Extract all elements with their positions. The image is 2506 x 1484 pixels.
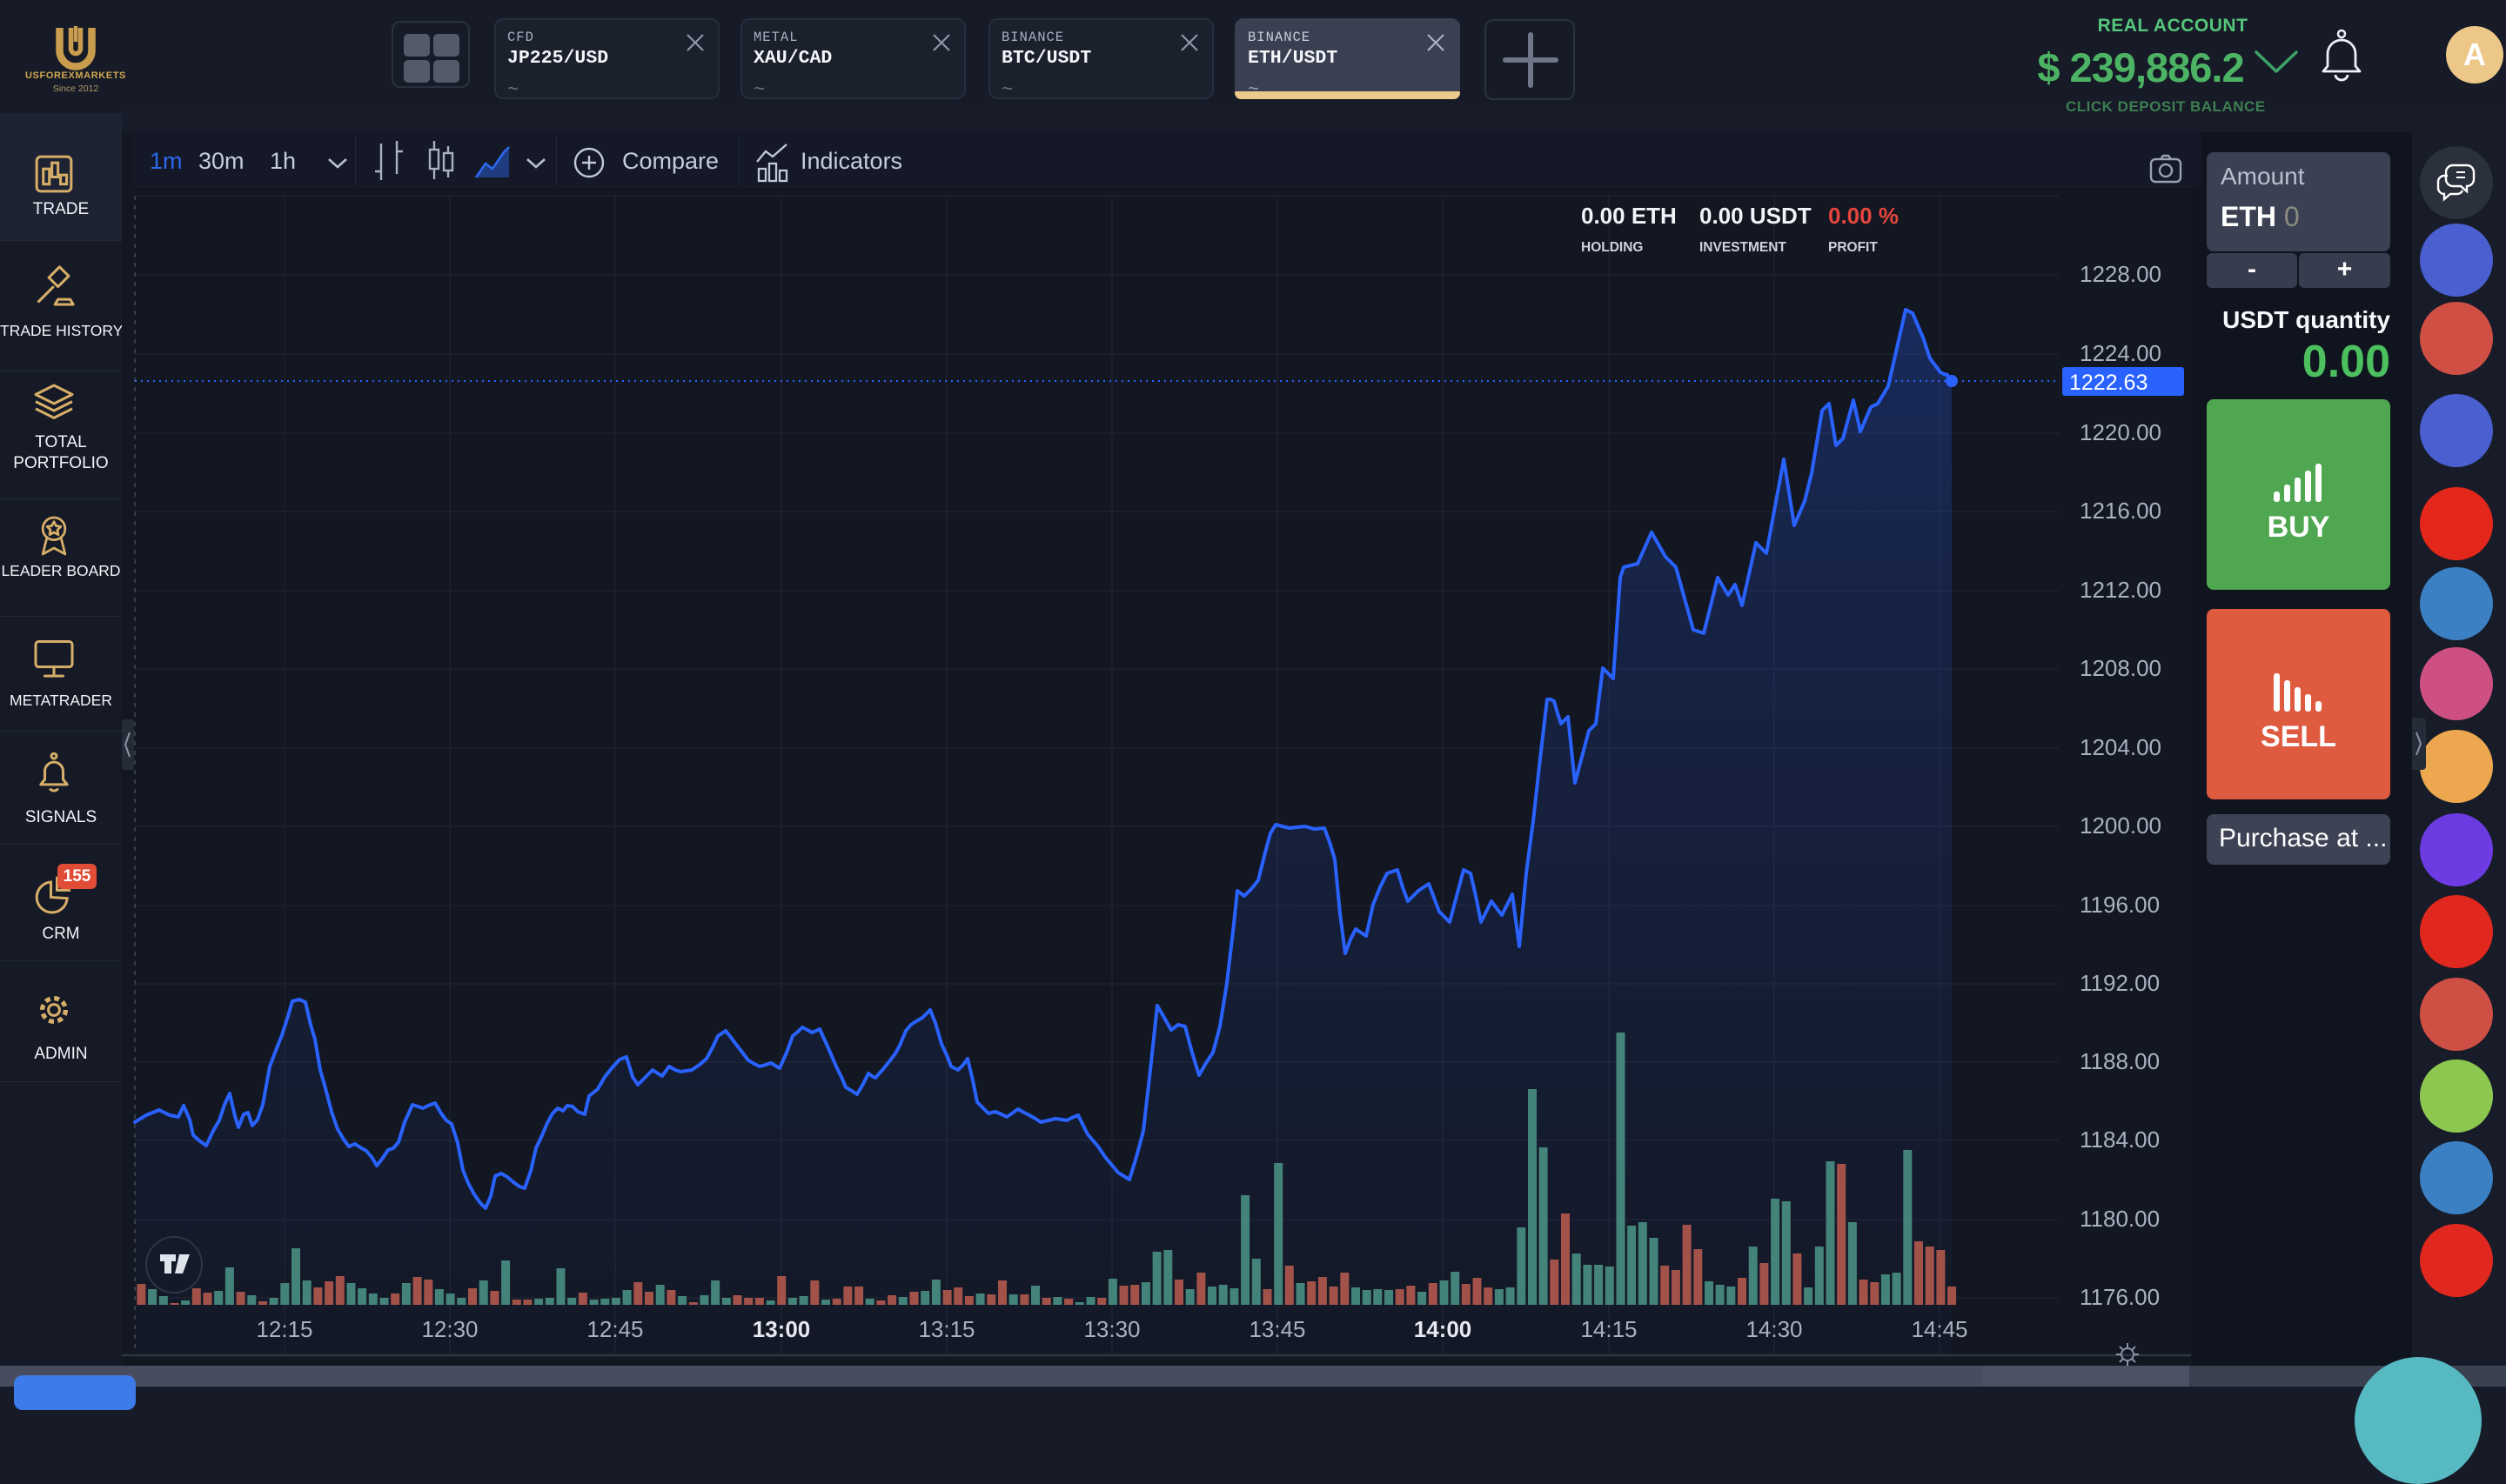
- svg-text:14:30: 14:30: [1745, 1316, 1802, 1342]
- svg-text:PROFIT: PROFIT: [1828, 240, 1878, 255]
- svg-text:1228.00: 1228.00: [2080, 261, 2161, 287]
- svg-text:13:00: 13:00: [753, 1316, 811, 1342]
- svg-text:1224.00: 1224.00: [2080, 340, 2161, 366]
- svg-text:1220.00: 1220.00: [2080, 419, 2161, 445]
- svg-text:1192.00: 1192.00: [2080, 970, 2160, 996]
- svg-text:1216.00: 1216.00: [2080, 498, 2161, 524]
- svg-text:0.00 %: 0.00 %: [1828, 203, 1899, 229]
- svg-text:0.00 ETH: 0.00 ETH: [1581, 203, 1677, 229]
- svg-text:HOLDING: HOLDING: [1581, 240, 1643, 255]
- svg-text:1176.00: 1176.00: [2080, 1284, 2160, 1310]
- svg-text:1204.00: 1204.00: [2080, 734, 2161, 760]
- svg-text:USFOREXMARKETS: USFOREXMARKETS: [25, 70, 126, 81]
- svg-text:1208.00: 1208.00: [2080, 655, 2161, 681]
- svg-text:13:15: 13:15: [918, 1316, 975, 1342]
- svg-text:Since 2012: Since 2012: [53, 84, 99, 94]
- svg-text:INVESTMENT: INVESTMENT: [1699, 240, 1786, 255]
- svg-text:12:30: 12:30: [421, 1316, 478, 1342]
- svg-text:12:15: 12:15: [256, 1316, 312, 1342]
- svg-text:0.00 USDT: 0.00 USDT: [1699, 203, 1812, 229]
- svg-text:14:15: 14:15: [1580, 1316, 1637, 1342]
- svg-text:12:45: 12:45: [586, 1316, 643, 1342]
- svg-text:13:45: 13:45: [1249, 1316, 1305, 1342]
- svg-text:1184.00: 1184.00: [2080, 1126, 2160, 1153]
- svg-text:14:00: 14:00: [1414, 1316, 1472, 1342]
- svg-text:13:30: 13:30: [1083, 1316, 1140, 1342]
- svg-text:1200.00: 1200.00: [2080, 812, 2161, 839]
- svg-text:1196.00: 1196.00: [2080, 892, 2160, 918]
- svg-text:1180.00: 1180.00: [2080, 1206, 2160, 1232]
- svg-text:1188.00: 1188.00: [2080, 1048, 2160, 1074]
- svg-text:1222.63: 1222.63: [2069, 371, 2148, 395]
- svg-text:14:45: 14:45: [1911, 1316, 1967, 1342]
- svg-text:1212.00: 1212.00: [2080, 577, 2161, 603]
